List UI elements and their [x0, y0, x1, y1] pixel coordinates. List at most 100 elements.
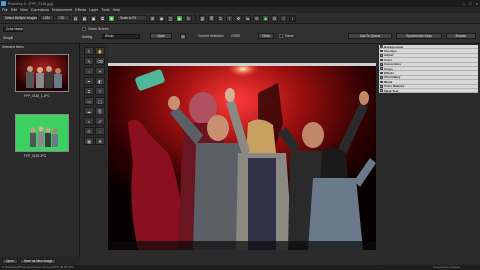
move-icon[interactable]: ✥: [235, 14, 242, 22]
compare-icon[interactable]: ◫: [167, 14, 174, 22]
clone-tool-icon[interactable]: ⎘: [95, 107, 105, 115]
flip-tool-icon[interactable]: ⇔: [95, 127, 105, 135]
layer-label: Crops: [384, 66, 393, 71]
info-icon[interactable]: i: [289, 14, 296, 22]
layers-icon[interactable]: ≣: [208, 14, 215, 22]
thumbnail-composite[interactable]: [15, 54, 69, 92]
pen-tool-icon[interactable]: ✒: [84, 77, 94, 85]
crop-tool-icon[interactable]: ⌗: [84, 87, 94, 95]
ellipse-tool-icon[interactable]: ◯: [95, 97, 105, 105]
same-label: Same: [285, 34, 294, 38]
green-screen-label: Green Screen: [88, 27, 109, 31]
smudge-tool-icon[interactable]: ☁: [84, 107, 94, 115]
tool-palette: ↖ ✋ ✎ ⌫ ◌ ✦ ✒ ◧ ⌗ T ▭ ◯ ☁ ⎘ ⌕ ✐ ⟳ ⇔ ▦ ✥: [81, 44, 107, 154]
menu-help[interactable]: Help: [113, 8, 120, 12]
open-icon[interactable]: ▤: [72, 14, 79, 22]
zoom-tool-icon[interactable]: ⌕: [84, 117, 94, 125]
layer-color-swatch: [380, 62, 383, 66]
canvas-header: [108, 44, 376, 63]
refresh-icon[interactable]: ↻: [185, 14, 192, 22]
add-to-queue-button[interactable]: Add To Queue: [348, 33, 392, 39]
menu-effects[interactable]: Effects: [75, 8, 86, 12]
layer-color-swatch: [380, 80, 383, 84]
hand-tool-icon[interactable]: ✋: [95, 47, 105, 55]
layer-item[interactable]: Mask Text: [379, 89, 478, 94]
open-button[interactable]: Open: [150, 33, 172, 39]
greenscreen-icon[interactable]: ■: [176, 14, 183, 22]
image-canvas[interactable]: [108, 63, 376, 250]
save-icon[interactable]: ▦: [81, 14, 88, 22]
menu-layer[interactable]: Layer: [89, 8, 98, 12]
title-bar: Photokey 8 - [FPP_0138.jpg] – □ ×: [0, 0, 480, 7]
menu-view[interactable]: View: [20, 8, 28, 12]
camera-icon[interactable]: ◉: [158, 14, 165, 22]
open-image-button[interactable]: Open: [2, 258, 18, 264]
minimize-button[interactable]: –: [463, 1, 465, 6]
save-new-image-button[interactable]: Save as New Image: [19, 258, 57, 264]
flip-icon[interactable]: ⇋: [244, 14, 251, 22]
maximize-button[interactable]: □: [469, 1, 471, 6]
setting-label: Setting: [82, 35, 93, 39]
composite-thumbnail-image: [16, 55, 68, 91]
clear-button[interactable]: Clear: [258, 33, 274, 39]
layer-label: Adjust: [384, 53, 394, 58]
page-icon[interactable]: ▤: [180, 33, 186, 39]
eraser-tool-icon[interactable]: ⌫: [95, 57, 105, 65]
toolbar-divider: [195, 14, 196, 22]
layer-label: Corrections: [384, 62, 401, 67]
thumbnail-caption: FPP_0138.JPG: [24, 154, 47, 158]
print-icon[interactable]: ▣: [90, 14, 97, 22]
thumbnail-original[interactable]: [15, 114, 69, 152]
browse-button[interactable]: Browse: [446, 33, 476, 39]
menu-file[interactable]: File: [2, 8, 8, 12]
window-controls: – □ ×: [463, 0, 478, 7]
help-icon[interactable]: ?: [280, 14, 287, 22]
green-screen-checkbox[interactable]: [82, 27, 86, 31]
settings-icon[interactable]: ⚙: [271, 14, 278, 22]
grid-icon[interactable]: ▥: [199, 14, 206, 22]
key-icon[interactable]: ◆: [262, 14, 269, 22]
same-checkbox[interactable]: [279, 34, 283, 38]
setting-field[interactable]: Whole: [102, 34, 140, 39]
fit-icon[interactable]: ⊞: [149, 14, 156, 22]
fill-tool-icon[interactable]: ◧: [95, 77, 105, 85]
rect-tool-icon[interactable]: ▭: [84, 97, 94, 105]
original-thumbnail-image: [16, 115, 68, 151]
layer-color-swatch: [380, 76, 383, 79]
panel-footer: Open Save as New Image: [0, 257, 80, 265]
menu-environment[interactable]: Environment: [52, 8, 72, 12]
lasso-tool-icon[interactable]: ◌: [84, 67, 94, 75]
rotate-tool-icon[interactable]: ⟳: [84, 127, 94, 135]
despill-label: Despill: [3, 36, 13, 40]
color-match-field[interactable]: Color Match: [3, 27, 23, 32]
mode-select[interactable]: Select Multiple Images: [2, 15, 38, 21]
layer-color-swatch: [380, 89, 383, 92]
close-button[interactable]: ×: [476, 1, 478, 6]
apply-icon[interactable]: ✱: [108, 14, 115, 22]
brush-tool-icon[interactable]: ✎: [84, 57, 94, 65]
rotate-icon[interactable]: ⟲: [253, 14, 260, 22]
status-bar: C:\Photokey8\Samples\Green Screen\FPP_01…: [0, 265, 480, 270]
layer-label: Color: [384, 57, 392, 62]
layer-label: Chromakey: [384, 75, 401, 80]
text-tool-icon[interactable]: T: [95, 87, 105, 95]
eyedropper-tool-icon[interactable]: ✐: [95, 117, 105, 125]
height-field[interactable]: 720: [56, 15, 70, 21]
wand-tool-icon[interactable]: ✦: [95, 67, 105, 75]
crop-icon[interactable]: ⌗: [217, 14, 224, 22]
grid-tool-icon[interactable]: ▦: [84, 137, 94, 145]
layer-color-swatch: [380, 84, 383, 88]
copy-icon[interactable]: ⧉: [99, 14, 106, 22]
layers-list: Backgrounds Overlays Adjust Color Correc…: [379, 45, 478, 94]
select-tool-icon[interactable]: ↖: [84, 47, 94, 55]
zoom-select[interactable]: Scale to Fit: [117, 15, 147, 21]
current-selection-label: Current Selection: [198, 34, 224, 38]
width-field[interactable]: 1280: [40, 15, 54, 21]
move-tool-icon[interactable]: ✥: [95, 137, 105, 145]
thumbnail-caption: FPP_0138_1.JPG: [24, 94, 50, 98]
menu-corrections[interactable]: Corrections: [31, 8, 49, 12]
text-icon[interactable]: T: [226, 14, 233, 22]
menu-tools[interactable]: Tools: [101, 8, 109, 12]
synchronize-button[interactable]: Synchronize Keys: [396, 33, 442, 39]
menu-edit[interactable]: Edit: [11, 8, 17, 12]
